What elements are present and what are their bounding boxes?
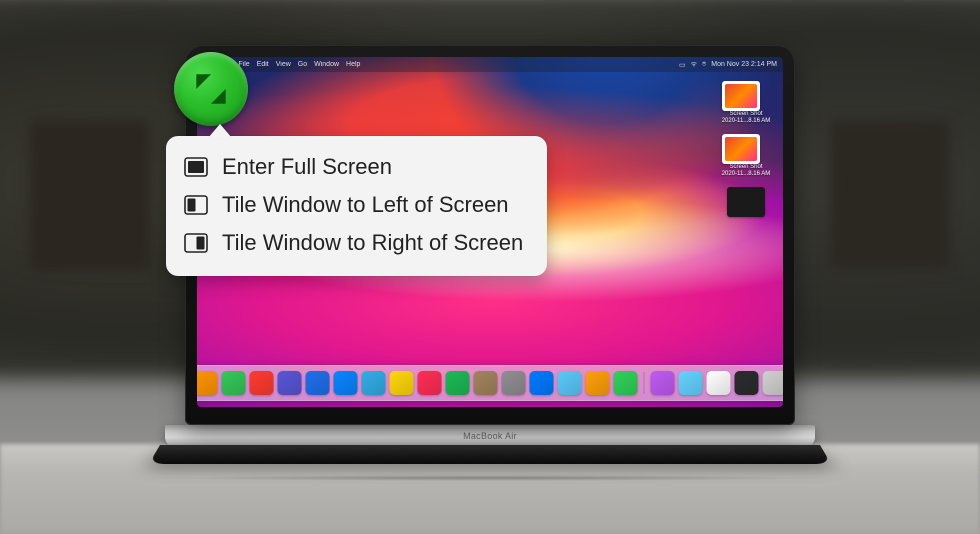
dock-app-icon[interactable] (558, 371, 582, 395)
dock-app-icon[interactable] (679, 371, 703, 395)
dock-app-icon[interactable] (197, 371, 218, 395)
dock-app-icon[interactable] (250, 371, 274, 395)
battery-icon[interactable]: ▭ (679, 61, 686, 69)
menu-item-tile-left[interactable]: Tile Window to Left of Screen (182, 186, 525, 224)
file-label: Screen Shot2020-11...8.16 AM (722, 164, 771, 177)
tile-right-icon (184, 233, 208, 253)
fullscreen-arrows-icon (190, 68, 232, 110)
fullscreen-rect-icon (184, 157, 208, 177)
menubar-item[interactable]: Go (298, 61, 307, 68)
screenshot-file-icon[interactable] (722, 81, 760, 111)
menubar-item[interactable]: View (276, 61, 291, 68)
dock-app-icon[interactable] (390, 371, 414, 395)
dock-app-icon[interactable] (530, 371, 554, 395)
menubar-item[interactable]: Edit (257, 61, 269, 68)
menu-item-label: Tile Window to Right of Screen (222, 230, 523, 256)
dock-app-icon[interactable] (614, 371, 638, 395)
macos-dock[interactable] (197, 365, 783, 401)
menubar-clock[interactable]: Mon Nov 23 2:14 PM (711, 61, 777, 68)
menubar-item[interactable]: Window (314, 61, 339, 68)
dock-app-icon[interactable] (763, 371, 784, 395)
menu-item-tile-right[interactable]: Tile Window to Right of Screen (182, 224, 525, 262)
control-center-icon[interactable]: ⌾ (702, 61, 706, 69)
dock-app-icon[interactable] (278, 371, 302, 395)
dock-app-icon[interactable] (707, 371, 731, 395)
desktop-file[interactable]: Screen Shot2020-11...8.16 AM (722, 81, 771, 124)
desktop-icons-column: Screen Shot2020-11...8.16 AM Screen Shot… (719, 81, 773, 217)
dock-separator (644, 372, 645, 394)
file-label: Screen Shot2020-11...8.16 AM (722, 111, 771, 124)
dock-app-icon[interactable] (735, 371, 759, 395)
menu-item-enter-full-screen[interactable]: Enter Full Screen (182, 148, 525, 186)
screenshot-file-icon[interactable] (727, 187, 765, 217)
background-decor (830, 120, 950, 270)
dock-app-icon[interactable] (474, 371, 498, 395)
tile-left-icon (184, 195, 208, 215)
dock-app-icon[interactable] (651, 371, 675, 395)
dock-app-icon[interactable] (222, 371, 246, 395)
menubar-item[interactable]: Help (346, 61, 360, 68)
laptop-hinge-label: MacBook Air (165, 425, 815, 447)
menu-item-label: Tile Window to Left of Screen (222, 192, 509, 218)
macos-menubar[interactable]: Finder File Edit View Go Window Help ▭ ᯤ… (197, 57, 783, 72)
wifi-icon[interactable]: ᯤ (691, 60, 697, 69)
laptop-base (149, 445, 831, 464)
dock-app-icon[interactable] (334, 371, 358, 395)
traffic-light-fullscreen-button[interactable] (174, 52, 248, 126)
dock-app-icon[interactable] (502, 371, 526, 395)
screenshot-file-icon[interactable] (722, 134, 760, 164)
desktop-file[interactable] (727, 187, 765, 217)
dock-app-icon[interactable] (418, 371, 442, 395)
background-decor (30, 120, 150, 270)
fullscreen-options-popover: Enter Full Screen Tile Window to Left of… (166, 136, 547, 276)
menubar-status-area[interactable]: ▭ ᯤ ⌾ Mon Nov 23 2:14 PM (679, 60, 777, 69)
desktop-file[interactable]: Screen Shot2020-11...8.16 AM (722, 134, 771, 177)
dock-app-icon[interactable] (446, 371, 470, 395)
dock-app-icon[interactable] (306, 371, 330, 395)
dock-app-icon[interactable] (586, 371, 610, 395)
menu-item-label: Enter Full Screen (222, 154, 392, 180)
dock-app-icon[interactable] (362, 371, 386, 395)
